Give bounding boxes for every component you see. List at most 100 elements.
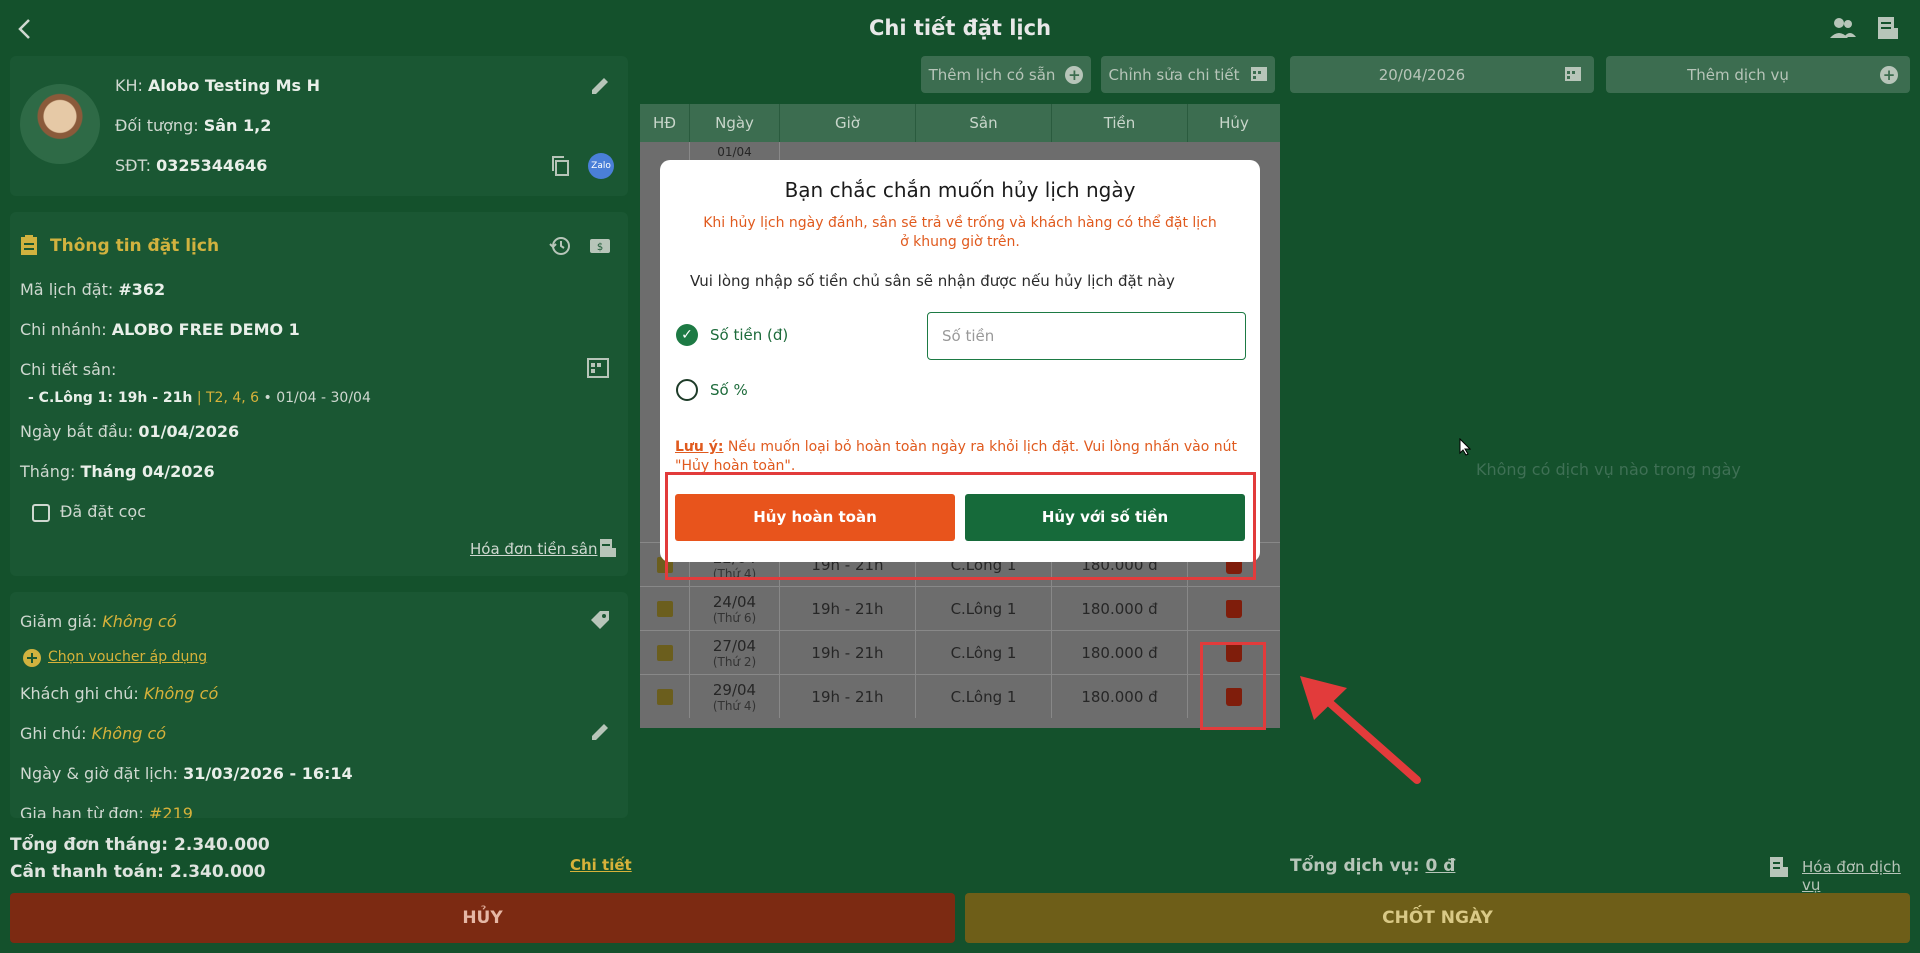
copy-icon[interactable] (548, 154, 572, 178)
service-total: Tổng dịch vụ: 0 đ (1290, 856, 1455, 876)
customer-target: Sân 1,2 (203, 116, 272, 135)
cell-price: 180.000 đ (1052, 631, 1188, 674)
edit-detail-button[interactable]: Chỉnh sửa chi tiết (1101, 56, 1275, 93)
start-date: 01/04/2026 (138, 422, 240, 441)
header-hd: HĐ (640, 104, 690, 142)
branch-label: Chi nhánh: (20, 320, 107, 339)
calendar-icon (1564, 64, 1582, 86)
add-service-label: Thêm dịch vụ (1687, 65, 1789, 84)
row-weekday: (Thứ 2) (712, 654, 757, 669)
document-icon[interactable] (656, 688, 673, 705)
highlight-trash-box (1200, 642, 1266, 730)
header-cancel: Hủy (1219, 114, 1249, 132)
month-total-row: Tổng đơn tháng: 2.340.000 (10, 832, 270, 859)
edit-customer-pencil-icon[interactable] (588, 74, 612, 98)
option-percent[interactable]: Số % (676, 379, 748, 401)
add-circle-icon[interactable] (22, 648, 42, 668)
plus-circle-icon: + (1880, 65, 1898, 84)
document-icon[interactable] (656, 600, 673, 617)
radio-empty-icon[interactable] (676, 379, 698, 401)
receipt-icon[interactable] (1872, 14, 1902, 42)
cell-hd (640, 587, 690, 630)
add-service-button[interactable]: Thêm dịch vụ + (1606, 56, 1910, 93)
detail-link[interactable]: Chi tiết (570, 856, 632, 874)
voucher-link[interactable]: Chọn voucher áp dụng (48, 649, 207, 665)
cell-date: 29/04 (Thứ 4) (690, 675, 780, 718)
cancel-button[interactable]: HỦY (10, 893, 955, 943)
court-line-separator: | (196, 390, 202, 406)
date-picker[interactable]: 20/04/2026 (1290, 56, 1594, 93)
extend-row: Gia hạn từ đơn: #219 (20, 804, 193, 818)
customer-phone: 0325344646 (156, 156, 268, 175)
header-court: Sân (916, 104, 1052, 142)
booking-info-title: Thông tin đặt lịch (50, 236, 220, 256)
service-invoice-link[interactable]: Hóa đơn dịch vụ (1802, 858, 1920, 894)
row-weekday: (Thứ 6) (712, 610, 757, 625)
history-icon[interactable] (548, 234, 572, 258)
row-date: 24/04 (712, 592, 757, 611)
amount-input[interactable] (927, 312, 1246, 360)
totals: Tổng đơn tháng: 2.340.000 Cần thanh toán… (10, 832, 270, 886)
customer-name-row: KH: Alobo Testing Ms H (115, 76, 320, 95)
customer-name-label: KH: (115, 76, 143, 95)
add-existing-label: Thêm lịch có sẵn (928, 65, 1056, 84)
customer-note-label: Khách ghi chú: (20, 684, 139, 703)
option-amount-label: Số tiền (đ) (710, 326, 789, 344)
customer-note-row: Khách ghi chú: Không có (20, 684, 218, 703)
top-bar: Chi tiết đặt lịch (0, 0, 1920, 56)
modal-title: Bạn chắc chắn muốn hủy lịch ngày (784, 178, 1136, 202)
zalo-icon[interactable]: Zalo (588, 153, 614, 179)
month: Tháng 04/2026 (80, 462, 215, 481)
extend-value[interactable]: #219 (149, 804, 193, 818)
svg-text:$: $ (597, 242, 603, 253)
branch-row: Chi nhánh: ALOBO FREE DEMO 1 (20, 320, 300, 339)
edit-detail-label: Chỉnh sửa chi tiết (1108, 65, 1240, 84)
option-percent-label: Số % (710, 381, 748, 399)
cell-court: C.Lông 1 (916, 631, 1052, 674)
calendar-grid-icon[interactable] (586, 356, 610, 380)
price-tag-icon[interactable]: $ (588, 234, 612, 258)
table-row: 29/04 (Thứ 4) 19h - 21h C.Lông 1 180.000 … (640, 674, 1280, 718)
users-icon[interactable] (1828, 14, 1858, 42)
calendar-icon (1250, 64, 1268, 86)
add-existing-button[interactable]: Thêm lịch có sẵn + (921, 56, 1091, 93)
option-amount[interactable]: ✓ Số tiền (đ) (676, 324, 788, 346)
modal-warning: Khi hủy lịch ngày đánh, sân sẽ trả về tr… (703, 215, 1217, 250)
booking-code-row: Mã lịch đặt: #362 (20, 280, 165, 299)
invoice-icon[interactable] (598, 538, 618, 558)
top-actions (1828, 14, 1902, 42)
document-icon[interactable] (656, 644, 673, 661)
month-label: Tháng: (20, 462, 76, 481)
branch: ALOBO FREE DEMO 1 (111, 320, 300, 339)
edit-note-pencil-icon[interactable] (588, 720, 612, 744)
customer-phone-label: SĐT: (115, 156, 151, 175)
table-row: 24/04 (Thứ 6) 19h - 21h C.Lông 1 180.000 … (640, 586, 1280, 630)
court-line-days: T2, 4, 6 (205, 390, 260, 406)
service-invoice-icon[interactable] (1768, 856, 1790, 878)
start-date-label: Ngày bắt đầu: (20, 422, 134, 441)
check-circle-icon[interactable]: ✓ (676, 324, 698, 346)
cell-time: 19h - 21h (780, 587, 916, 630)
plus-circle-icon: + (1065, 65, 1084, 84)
customer-target-row: Đối tượng: Sân 1,2 (115, 116, 271, 135)
booking-info-panel: Thông tin đặt lịch $ Mã lịch đặt: #362 C… (10, 212, 628, 576)
table-header: HĐ Ngày Giờ Sân Tiền Hủy (640, 104, 1280, 142)
service-total-value: 0 đ (1425, 856, 1456, 876)
customer-panel: KH: Alobo Testing Ms H Đối tượng: Sân 1,… (10, 56, 628, 196)
cell-cancel (1188, 587, 1280, 630)
discount-value: Không có (102, 612, 177, 631)
month-total: 2.340.000 (174, 835, 270, 855)
customer-note-value: Không có (143, 684, 219, 703)
deposit-checkbox[interactable] (32, 504, 50, 522)
cell-hd (640, 142, 690, 162)
cell-time: 19h - 21h (780, 631, 916, 674)
confirm-day-button[interactable]: CHỐT NGÀY (965, 893, 1910, 943)
highlight-buttons-box (665, 472, 1256, 580)
voucher-tag-icon[interactable] (588, 608, 612, 632)
cell-price: 180.000 đ (1052, 675, 1188, 718)
table-row: 01/04 (640, 142, 1280, 162)
cell-court: C.Lông 1 (916, 587, 1052, 630)
header-date: Ngày (690, 104, 780, 142)
court-invoice-link[interactable]: Hóa đơn tiền sân (470, 540, 597, 558)
trash-icon[interactable] (1226, 599, 1242, 618)
